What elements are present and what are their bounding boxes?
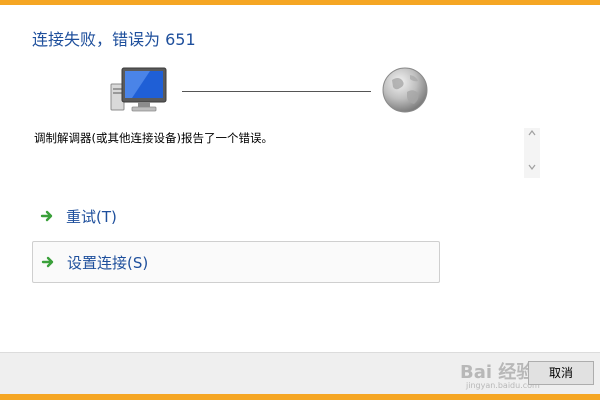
computer-monitor-icon	[110, 67, 167, 112]
dialog-title: 连接失败，错误为 651	[32, 30, 196, 49]
globe-icon	[382, 67, 428, 113]
top-accent-bar	[0, 0, 600, 5]
setup-connection-label: 设置连接(S)	[67, 253, 149, 272]
scroll-up-icon[interactable]	[524, 128, 540, 144]
connection-line	[182, 91, 371, 92]
cancel-button[interactable]: 取消	[528, 361, 594, 385]
error-message-box: 调制解调器(或其他连接设备)报告了一个错误。	[32, 128, 540, 178]
green-arrow-icon	[41, 256, 54, 268]
message-scrollbar[interactable]	[524, 128, 540, 178]
green-arrow-icon	[40, 210, 53, 222]
retry-option[interactable]: 重试(T)	[32, 196, 440, 236]
scroll-down-icon[interactable]	[524, 162, 540, 178]
dialog-footer: Bai 经验 jingyan.baidu.com 取消	[0, 352, 600, 394]
retry-label: 重试(T)	[66, 207, 117, 226]
error-message: 调制解调器(或其他连接设备)报告了一个错误。	[34, 131, 273, 145]
setup-connection-option[interactable]: 设置连接(S)	[32, 241, 440, 283]
bottom-accent-bar	[0, 394, 600, 400]
